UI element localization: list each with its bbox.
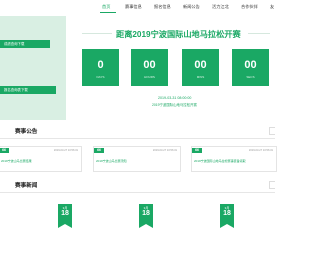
countdown-mins: 00 MINS (182, 49, 219, 86)
nav-item-jiangbei[interactable]: 活力江北 (212, 4, 229, 10)
countdown-hours-value: 00 (143, 59, 156, 71)
news-day: 18 (61, 210, 69, 217)
countdown-title: 距离2019宁波国际山地马拉松开赛 (116, 30, 241, 39)
notice-quote-tag: 66 (192, 148, 202, 153)
countdown-hours-label: HOURS (144, 75, 155, 79)
notice-date: 2019-03-27 10:56:31 (53, 149, 78, 152)
notices-section-title: 赛事公告 (15, 129, 38, 135)
countdown-hours: 00 HOURS (131, 49, 168, 86)
notices-divider (0, 138, 275, 139)
countdown-days: 0 DAYS (82, 49, 119, 86)
news-more-tab[interactable] (269, 181, 275, 189)
notice-card[interactable]: 66 2019-03-27 10:56:31 2019宁波国际山地马拉松赛事装备… (191, 146, 277, 172)
news-section-title: 赛事新闻 (15, 183, 38, 189)
results-download-button[interactable]: 成绩查询下载 (0, 40, 50, 48)
notice-card[interactable]: 66 2019-03-27 10:56:31 2019宁波山马比赛结果 (0, 146, 82, 172)
news-date-badge: 3月 18 (220, 204, 234, 228)
news-date-badge: 3月 18 (58, 204, 72, 228)
nav-item-partners[interactable]: 合作伙伴 (241, 4, 258, 10)
nav-item-links[interactable]: 友 (270, 4, 274, 10)
notice-card[interactable]: 66 2019-03-27 10:56:31 2019宁波山马比赛须知 (93, 146, 181, 172)
notice-title[interactable]: 2019宁波国际山地马拉松赛事装备领取 (194, 159, 246, 163)
news-divider (0, 192, 275, 193)
title-rule-left (82, 33, 112, 34)
news-day: 18 (223, 210, 231, 217)
countdown-mins-label: MINS (196, 75, 205, 79)
countdown-mins-value: 00 (194, 59, 207, 71)
registration-download-button[interactable]: 报名查询表下载 (0, 86, 56, 94)
nav-item-news[interactable]: 新闻公告 (183, 4, 200, 10)
countdown-secs-value: 00 (244, 59, 257, 71)
notice-date: 2019-03-27 10:56:31 (152, 149, 177, 152)
nav-item-event-info[interactable]: 赛事信息 (125, 4, 142, 10)
notice-date: 2019-03-27 10:56:31 (248, 149, 273, 152)
hero-side-panel (0, 16, 66, 120)
countdown-days-value: 0 (97, 59, 104, 71)
notice-quote-tag: 66 (94, 148, 104, 153)
notice-title[interactable]: 2019宁波山马比赛须知 (96, 159, 127, 163)
countdown-secs-label: SECS (246, 75, 255, 79)
countdown-secs: 00 SECS (232, 49, 269, 86)
nav-item-registration[interactable]: 报名信息 (154, 4, 171, 10)
countdown-days-label: DAYS (96, 75, 105, 79)
race-subtitle: 2019宁波国际山地马拉松开赛 (152, 103, 197, 107)
race-start-date: 2019-03-31 08:00:00 (158, 96, 192, 100)
nav-item-home[interactable]: 首页 (102, 4, 110, 10)
notices-more-tab[interactable] (269, 127, 275, 135)
notice-quote-tag: 66 (0, 148, 9, 153)
top-nav: 首页 赛事信息 报名信息 新闻公告 活力江北 合作伙伴 友 (0, 0, 275, 16)
notice-title[interactable]: 2019宁波山马比赛结果 (1, 159, 32, 163)
news-date-badge: 3月 18 (139, 204, 153, 228)
nav-active-indicator (100, 12, 116, 13)
news-day: 18 (142, 210, 150, 217)
title-rule-right (248, 33, 270, 34)
